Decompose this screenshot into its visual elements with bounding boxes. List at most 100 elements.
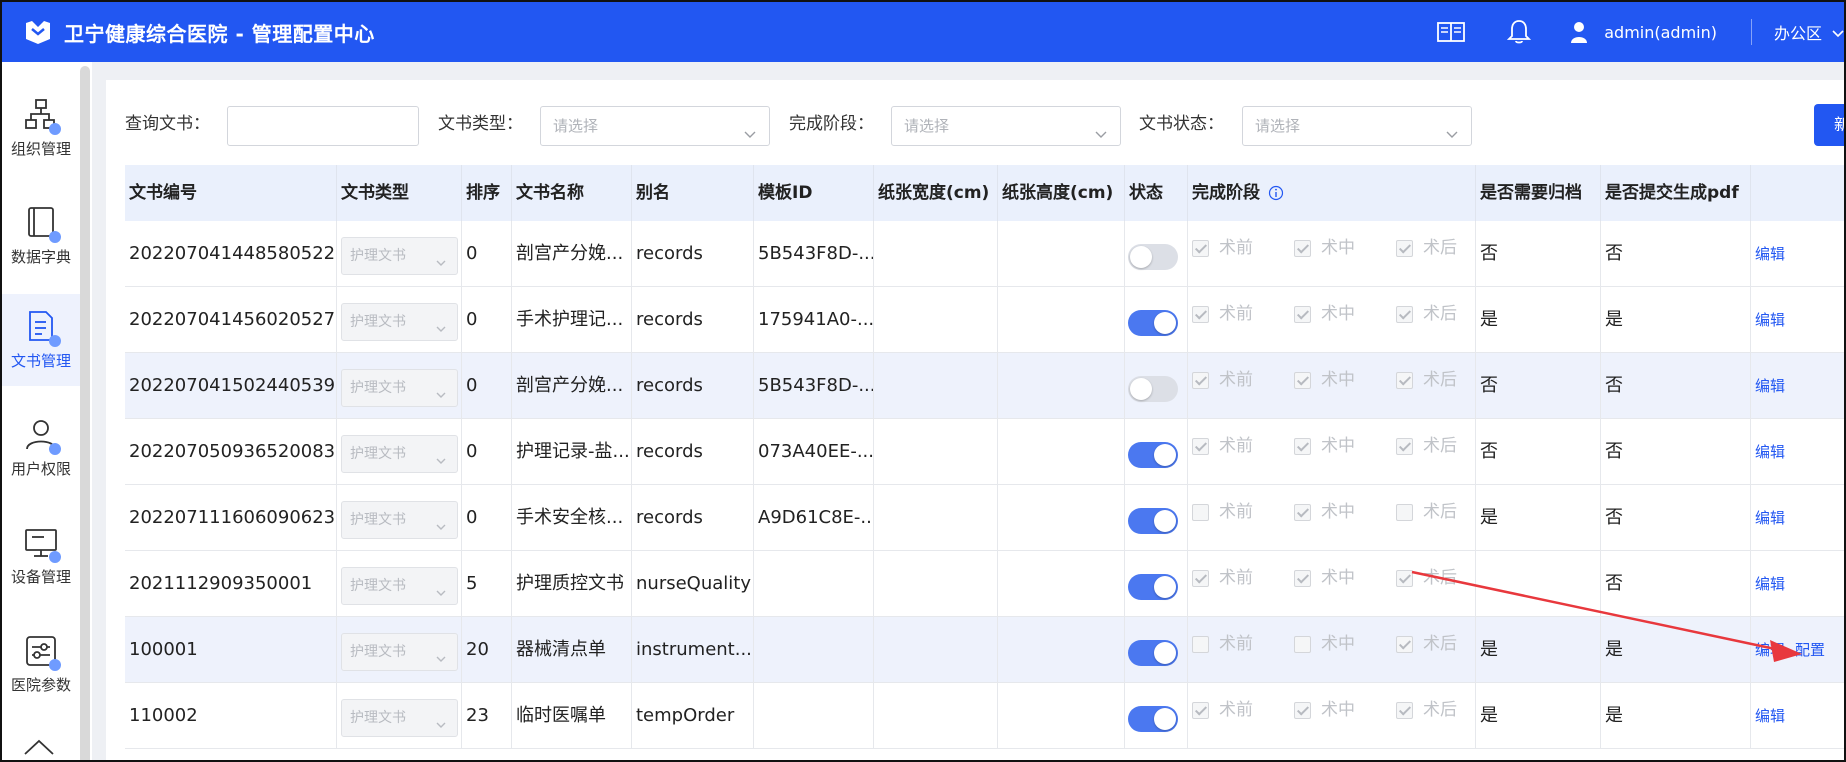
sidebar-item-documents[interactable]: 文书管理 xyxy=(2,294,80,386)
pdf-cell: 否 xyxy=(1601,485,1751,551)
sidebar-item-label: 用户权限 xyxy=(10,459,71,478)
stage-select[interactable]: 请选择 xyxy=(891,106,1121,146)
sidebar-item-org[interactable]: 组织管理 xyxy=(2,82,80,174)
sidebar-item-devices[interactable]: 设备管理 xyxy=(2,510,80,602)
doc-type-value: 护理文书 xyxy=(350,644,406,660)
status-toggle[interactable] xyxy=(1128,640,1178,666)
column-header[interactable]: 纸张宽度(cm) xyxy=(874,165,998,221)
archive-cell: 否 xyxy=(1476,353,1601,419)
zone-selector[interactable]: 办公区 xyxy=(1774,20,1822,44)
chevron-down-icon[interactable] xyxy=(1832,23,1844,42)
column-header[interactable]: 模板ID xyxy=(754,165,874,221)
top-bar: 卫宁健康综合医院 - 管理配置中心 admin(admin) 办公区 xyxy=(2,2,1844,62)
stage-label: 术中 xyxy=(1321,238,1355,258)
edit-link[interactable]: 编辑 xyxy=(1755,641,1785,659)
app-logo-icon xyxy=(24,18,52,46)
doc-type-value: 护理文书 xyxy=(350,380,406,396)
order-cell: 23 xyxy=(462,683,512,749)
info-icon[interactable] xyxy=(1268,185,1284,201)
sidebar-item-hospital-params[interactable]: 医院参数 xyxy=(2,618,80,710)
bell-icon[interactable] xyxy=(1504,17,1534,47)
column-header[interactable]: 纸张高度(cm) xyxy=(998,165,1125,221)
table-row: 110002 护理文书 23 临时医嘱单 tempOrder 术前 术中 术后是是编辑 xyxy=(125,683,1844,749)
home-icon[interactable] xyxy=(22,738,56,760)
order-cell: 5 xyxy=(462,551,512,617)
table-header: 文书编号 文书类型 排序 文书名称 别名 模板ID 纸张宽度(cm) 纸张高度(… xyxy=(125,165,1844,221)
template-id-cell xyxy=(754,617,874,683)
type-select[interactable]: 请选择 xyxy=(540,106,770,146)
column-header[interactable]: 别名 xyxy=(632,165,754,221)
edit-link[interactable]: 编辑 xyxy=(1755,707,1785,725)
status-cell xyxy=(1125,485,1188,551)
status-toggle[interactable] xyxy=(1128,508,1178,534)
doc-type-value: 护理文书 xyxy=(350,248,406,264)
column-header[interactable]: 文书编号 xyxy=(125,165,337,221)
archive-cell: 否 xyxy=(1476,419,1601,485)
order-cell: 20 xyxy=(462,617,512,683)
sidebar-scrollbar[interactable] xyxy=(80,66,90,760)
pdf-cell: 否 xyxy=(1601,353,1751,419)
stage-checkbox xyxy=(1192,635,1209,653)
column-header[interactable]: 文书名称 xyxy=(512,165,632,221)
actions-cell: 编辑 xyxy=(1751,683,1844,749)
stage-column-header[interactable]: 完成阶段 xyxy=(1188,165,1476,221)
chevron-down-icon xyxy=(1094,117,1108,155)
doc-id-cell: 2021112909350001 xyxy=(125,551,337,617)
stage-label: 术中 xyxy=(1321,568,1355,588)
edit-link[interactable]: 编辑 xyxy=(1755,311,1785,329)
order-cell: 0 xyxy=(462,221,512,287)
status-toggle[interactable] xyxy=(1128,442,1178,468)
edit-link[interactable]: 编辑 xyxy=(1755,377,1785,395)
edit-link[interactable]: 编辑 xyxy=(1755,509,1785,527)
stage-option: 术中 xyxy=(1294,485,1396,545)
status-select[interactable]: 请选择 xyxy=(1242,106,1472,146)
user-name[interactable]: admin(admin) xyxy=(1604,23,1717,42)
stage-option: 术前 xyxy=(1192,551,1294,611)
column-header[interactable]: 状态 xyxy=(1125,165,1188,221)
stage-option: 术后 xyxy=(1396,617,1475,677)
table-row: 202207050936520083 护理文书 0 护理记录-盐... records 0… xyxy=(125,419,1844,485)
status-toggle[interactable] xyxy=(1128,574,1178,600)
edit-link[interactable]: 编辑 xyxy=(1755,443,1785,461)
order-cell: 0 xyxy=(462,419,512,485)
config-link[interactable]: 配置 xyxy=(1795,641,1825,659)
alias-cell: records xyxy=(632,353,754,419)
stage-label: 术后 xyxy=(1423,436,1457,456)
stage-option: 术中 xyxy=(1294,287,1396,347)
paper-width-cell xyxy=(874,353,998,419)
status-toggle[interactable] xyxy=(1128,706,1178,732)
paper-width-cell xyxy=(874,485,998,551)
stage-label: 术前 xyxy=(1219,634,1253,654)
sidebar-item-permissions[interactable]: 用户权限 xyxy=(2,402,80,494)
stage-option: 术后 xyxy=(1396,353,1475,413)
status-toggle[interactable] xyxy=(1128,244,1178,270)
table-row: 202207041448580522 护理文书 0 剖宫产分娩... records 5B… xyxy=(125,221,1844,287)
sidebar-item-dictionary[interactable]: 数据字典 xyxy=(2,190,80,282)
paper-height-cell xyxy=(998,287,1125,353)
status-cell xyxy=(1125,419,1188,485)
sidebar-item-label: 文书管理 xyxy=(10,351,71,370)
column-header[interactable]: 排序 xyxy=(462,165,512,221)
status-toggle[interactable] xyxy=(1128,376,1178,402)
doc-name-cell: 临时医嘱单 xyxy=(512,683,632,749)
new-button[interactable]: 新 xyxy=(1814,104,1844,146)
column-header[interactable]: 文书类型 xyxy=(337,165,462,221)
doc-id-cell: 202207041448580522 xyxy=(125,221,337,287)
table-row: 202207111606090623 护理文书 0 手术安全核... records A9… xyxy=(125,485,1844,551)
column-header[interactable]: 是否需要归档 xyxy=(1476,165,1601,221)
stage-label: 完成阶段： xyxy=(789,114,874,134)
doc-type-cell: 护理文书 xyxy=(337,617,462,683)
order-cell: 0 xyxy=(462,485,512,551)
stage-label: 术中 xyxy=(1321,304,1355,324)
doc-name-cell: 护理记录-盐... xyxy=(512,419,632,485)
doc-type-select: 护理文书 xyxy=(341,435,458,473)
status-cell xyxy=(1125,683,1188,749)
book-icon[interactable] xyxy=(1436,17,1466,47)
pdf-cell: 是 xyxy=(1601,617,1751,683)
query-input[interactable] xyxy=(227,106,419,146)
column-header[interactable]: 是否提交生成pdf xyxy=(1601,165,1751,221)
doc-type-select: 护理文书 xyxy=(341,303,458,341)
edit-link[interactable]: 编辑 xyxy=(1755,575,1785,593)
edit-link[interactable]: 编辑 xyxy=(1755,245,1785,263)
status-toggle[interactable] xyxy=(1128,310,1178,336)
